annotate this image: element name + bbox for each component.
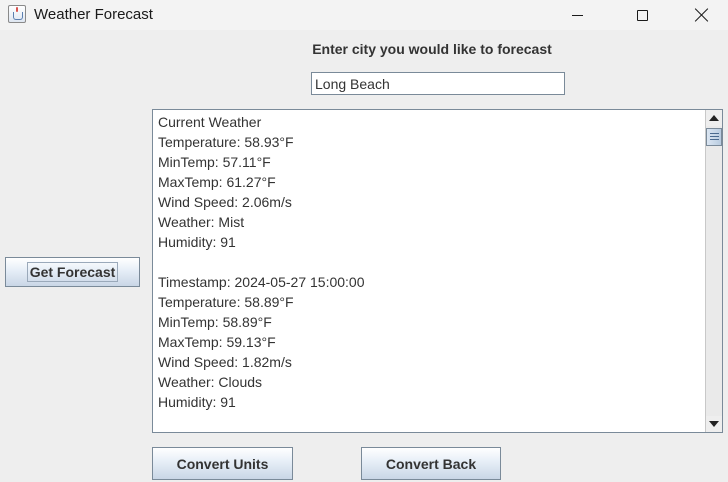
output-line: Wind Speed: 2.06m/s bbox=[158, 194, 292, 210]
output-line: Weather: Mist bbox=[158, 214, 245, 230]
maximize-icon bbox=[636, 9, 648, 21]
get-forecast-button[interactable]: Get Forecast bbox=[5, 257, 140, 287]
output-line: Weather: Clouds bbox=[158, 374, 263, 390]
output-line: Temperature: 58.89°F bbox=[158, 294, 294, 310]
output-line: Humidity: 91 bbox=[158, 234, 236, 250]
thumb-grip bbox=[710, 139, 719, 140]
close-icon bbox=[695, 8, 709, 22]
weather-forecast-window: Weather Forecast Enter city you would li… bbox=[0, 0, 728, 482]
output-line: Timestamp: 2024-05-27 15:00:00 bbox=[158, 274, 365, 290]
minimize-button[interactable] bbox=[554, 0, 600, 30]
output-line: Wind Speed: 1.82m/s bbox=[158, 354, 292, 370]
forecast-output-area[interactable]: Current Weather Temperature: 58.93°F MinTe… bbox=[152, 109, 723, 433]
city-prompt-label: Enter city you would like to forecast bbox=[312, 41, 552, 57]
window-title: Weather Forecast bbox=[34, 6, 153, 23]
close-button[interactable] bbox=[679, 0, 725, 30]
thumb-grip bbox=[710, 133, 719, 134]
output-line: MinTemp: 58.89°F bbox=[158, 314, 272, 330]
output-line: Temperature: 58.93°F bbox=[158, 134, 294, 150]
vertical-scrollbar[interactable] bbox=[705, 110, 722, 432]
output-line: MaxTemp: 61.27°F bbox=[158, 174, 276, 190]
arrow-up-icon bbox=[709, 115, 719, 121]
output-line: Current Weather bbox=[158, 114, 262, 130]
city-input[interactable] bbox=[311, 72, 565, 95]
scroll-down-button[interactable] bbox=[706, 416, 722, 432]
scroll-thumb[interactable] bbox=[706, 128, 722, 146]
convert-units-button[interactable]: Convert Units bbox=[152, 447, 293, 480]
output-line: MinTemp: 57.11°F bbox=[158, 154, 271, 170]
get-forecast-label: Get Forecast bbox=[26, 262, 119, 282]
thumb-grip bbox=[710, 136, 719, 137]
output-line: Humidity: 91 bbox=[158, 394, 236, 410]
output-line: MaxTemp: 59.13°F bbox=[158, 334, 276, 350]
maximize-button[interactable] bbox=[619, 0, 665, 30]
arrow-down-icon bbox=[709, 421, 719, 427]
java-cup-icon bbox=[8, 5, 26, 23]
forecast-output-text: Current Weather Temperature: 58.93°F MinTe… bbox=[158, 112, 703, 412]
convert-back-button[interactable]: Convert Back bbox=[361, 447, 501, 480]
minimize-icon bbox=[571, 14, 583, 16]
title-bar[interactable]: Weather Forecast bbox=[0, 0, 728, 30]
scroll-up-button[interactable] bbox=[706, 110, 722, 126]
